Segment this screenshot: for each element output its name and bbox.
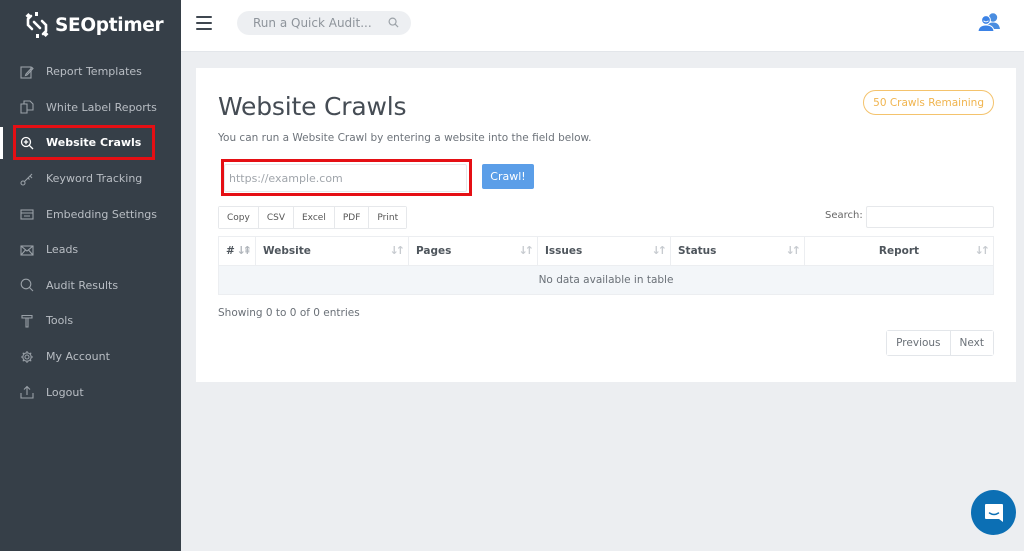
page-subtitle: You can run a Website Crawl by entering …: [218, 132, 592, 144]
sort-icon: ↓↑: [785, 244, 802, 257]
menu-toggle-icon[interactable]: [196, 16, 212, 30]
column-header-report[interactable]: Report ↓↑: [804, 236, 994, 266]
chat-widget-button[interactable]: [971, 490, 1016, 535]
pdf-button[interactable]: PDF: [334, 207, 370, 228]
sidebar-item-label: Logout: [46, 385, 84, 399]
sidebar-item-tools[interactable]: Tools: [0, 303, 181, 339]
logo-gear-icon: [25, 12, 49, 38]
column-header-number[interactable]: # ↓⇞: [218, 236, 256, 266]
print-button[interactable]: Print: [369, 207, 407, 228]
sidebar-item-logout[interactable]: Logout: [0, 374, 181, 410]
previous-page-button[interactable]: Previous: [887, 331, 951, 355]
crawls-remaining-badge: 50 Crawls Remaining: [863, 90, 994, 115]
embed-icon: [20, 207, 34, 221]
hammer-icon: [20, 314, 34, 328]
sidebar-item-audit-results[interactable]: Audit Results: [0, 268, 181, 304]
sidebar-item-label: My Account: [46, 350, 110, 364]
edit-icon: [20, 65, 34, 79]
sidebar-item-label: White Label Reports: [46, 100, 157, 114]
sort-icon: ↓↑: [389, 244, 406, 257]
column-header-website[interactable]: Website ↓↑: [255, 236, 409, 266]
zoom-in-icon: [20, 136, 34, 150]
quick-audit-search: [237, 11, 411, 35]
key-icon: [20, 172, 34, 186]
mail-icon: [20, 243, 34, 257]
search-icon[interactable]: [388, 17, 399, 28]
table-row: No data available in table: [218, 265, 994, 295]
copy-icon: [20, 100, 34, 114]
sort-desc-icon: ↓⇞: [236, 244, 253, 257]
chat-icon: [984, 503, 1003, 522]
website-crawls-card: Website Crawls 50 Crawls Remaining You c…: [196, 68, 1016, 382]
column-header-status[interactable]: Status ↓↑: [670, 236, 805, 266]
next-page-button[interactable]: Next: [950, 331, 993, 355]
csv-button[interactable]: CSV: [258, 207, 294, 228]
copy-button[interactable]: Copy: [219, 207, 259, 228]
sidebar-item-label: Website Crawls: [46, 136, 142, 150]
sidebar-nav: Report Templates White Label Reports Web…: [0, 54, 181, 410]
sidebar-item-report-templates[interactable]: Report Templates: [0, 54, 181, 90]
sort-icon: ↓↑: [974, 244, 991, 257]
sidebar-item-keyword-tracking[interactable]: Keyword Tracking: [0, 161, 181, 197]
logo[interactable]: SEOptimer: [22, 10, 164, 40]
users-icon[interactable]: [977, 12, 1001, 32]
excel-button[interactable]: Excel: [294, 207, 335, 228]
sidebar-item-leads[interactable]: Leads: [0, 232, 181, 268]
page-title: Website Crawls: [218, 92, 407, 121]
website-url-input[interactable]: [224, 164, 467, 192]
gear-icon: [20, 350, 34, 364]
crawl-button[interactable]: Crawl!: [482, 164, 534, 189]
export-button-group: Copy CSV Excel PDF Print: [218, 206, 408, 229]
sort-icon: ↓↑: [518, 244, 535, 257]
logo-text: SEOptimer: [55, 14, 164, 36]
sidebar-item-label: Report Templates: [46, 65, 142, 79]
sort-icon: ↓↑: [651, 244, 668, 257]
sidebar-item-label: Keyword Tracking: [46, 172, 143, 186]
sidebar-item-white-label-reports[interactable]: White Label Reports: [0, 90, 181, 126]
crawls-table: # ↓⇞ Website ↓↑ Pages ↓↑ Issues ↓↑ Status ↓↑ …: [218, 236, 994, 295]
table-info: Showing 0 to 0 of 0 entries: [218, 307, 360, 319]
pagination: Previous Next: [886, 330, 994, 356]
quick-audit-input[interactable]: [253, 16, 381, 30]
sidebar-item-my-account[interactable]: My Account: [0, 339, 181, 375]
table-header-row: # ↓⇞ Website ↓↑ Pages ↓↑ Issues ↓↑ Status ↓↑ …: [218, 236, 994, 266]
sidebar-item-label: Audit Results: [46, 278, 119, 292]
sidebar-item-label: Leads: [46, 243, 79, 257]
top-bar: [181, 0, 1024, 52]
sidebar: SEOptimer Report Templates White Label R…: [0, 0, 181, 551]
search-icon: [20, 278, 34, 292]
sidebar-item-embedding-settings[interactable]: Embedding Settings: [0, 196, 181, 232]
sidebar-item-label: Embedding Settings: [46, 207, 158, 221]
sidebar-item-website-crawls[interactable]: Website Crawls: [0, 125, 181, 161]
column-header-issues[interactable]: Issues ↓↑: [537, 236, 671, 266]
empty-table-message: No data available in table: [218, 265, 994, 295]
column-header-pages[interactable]: Pages ↓↑: [408, 236, 538, 266]
sidebar-item-label: Tools: [46, 314, 74, 328]
upload-icon: [20, 385, 34, 399]
table-search-label: Search:: [825, 210, 863, 221]
table-search-input[interactable]: [866, 206, 994, 228]
